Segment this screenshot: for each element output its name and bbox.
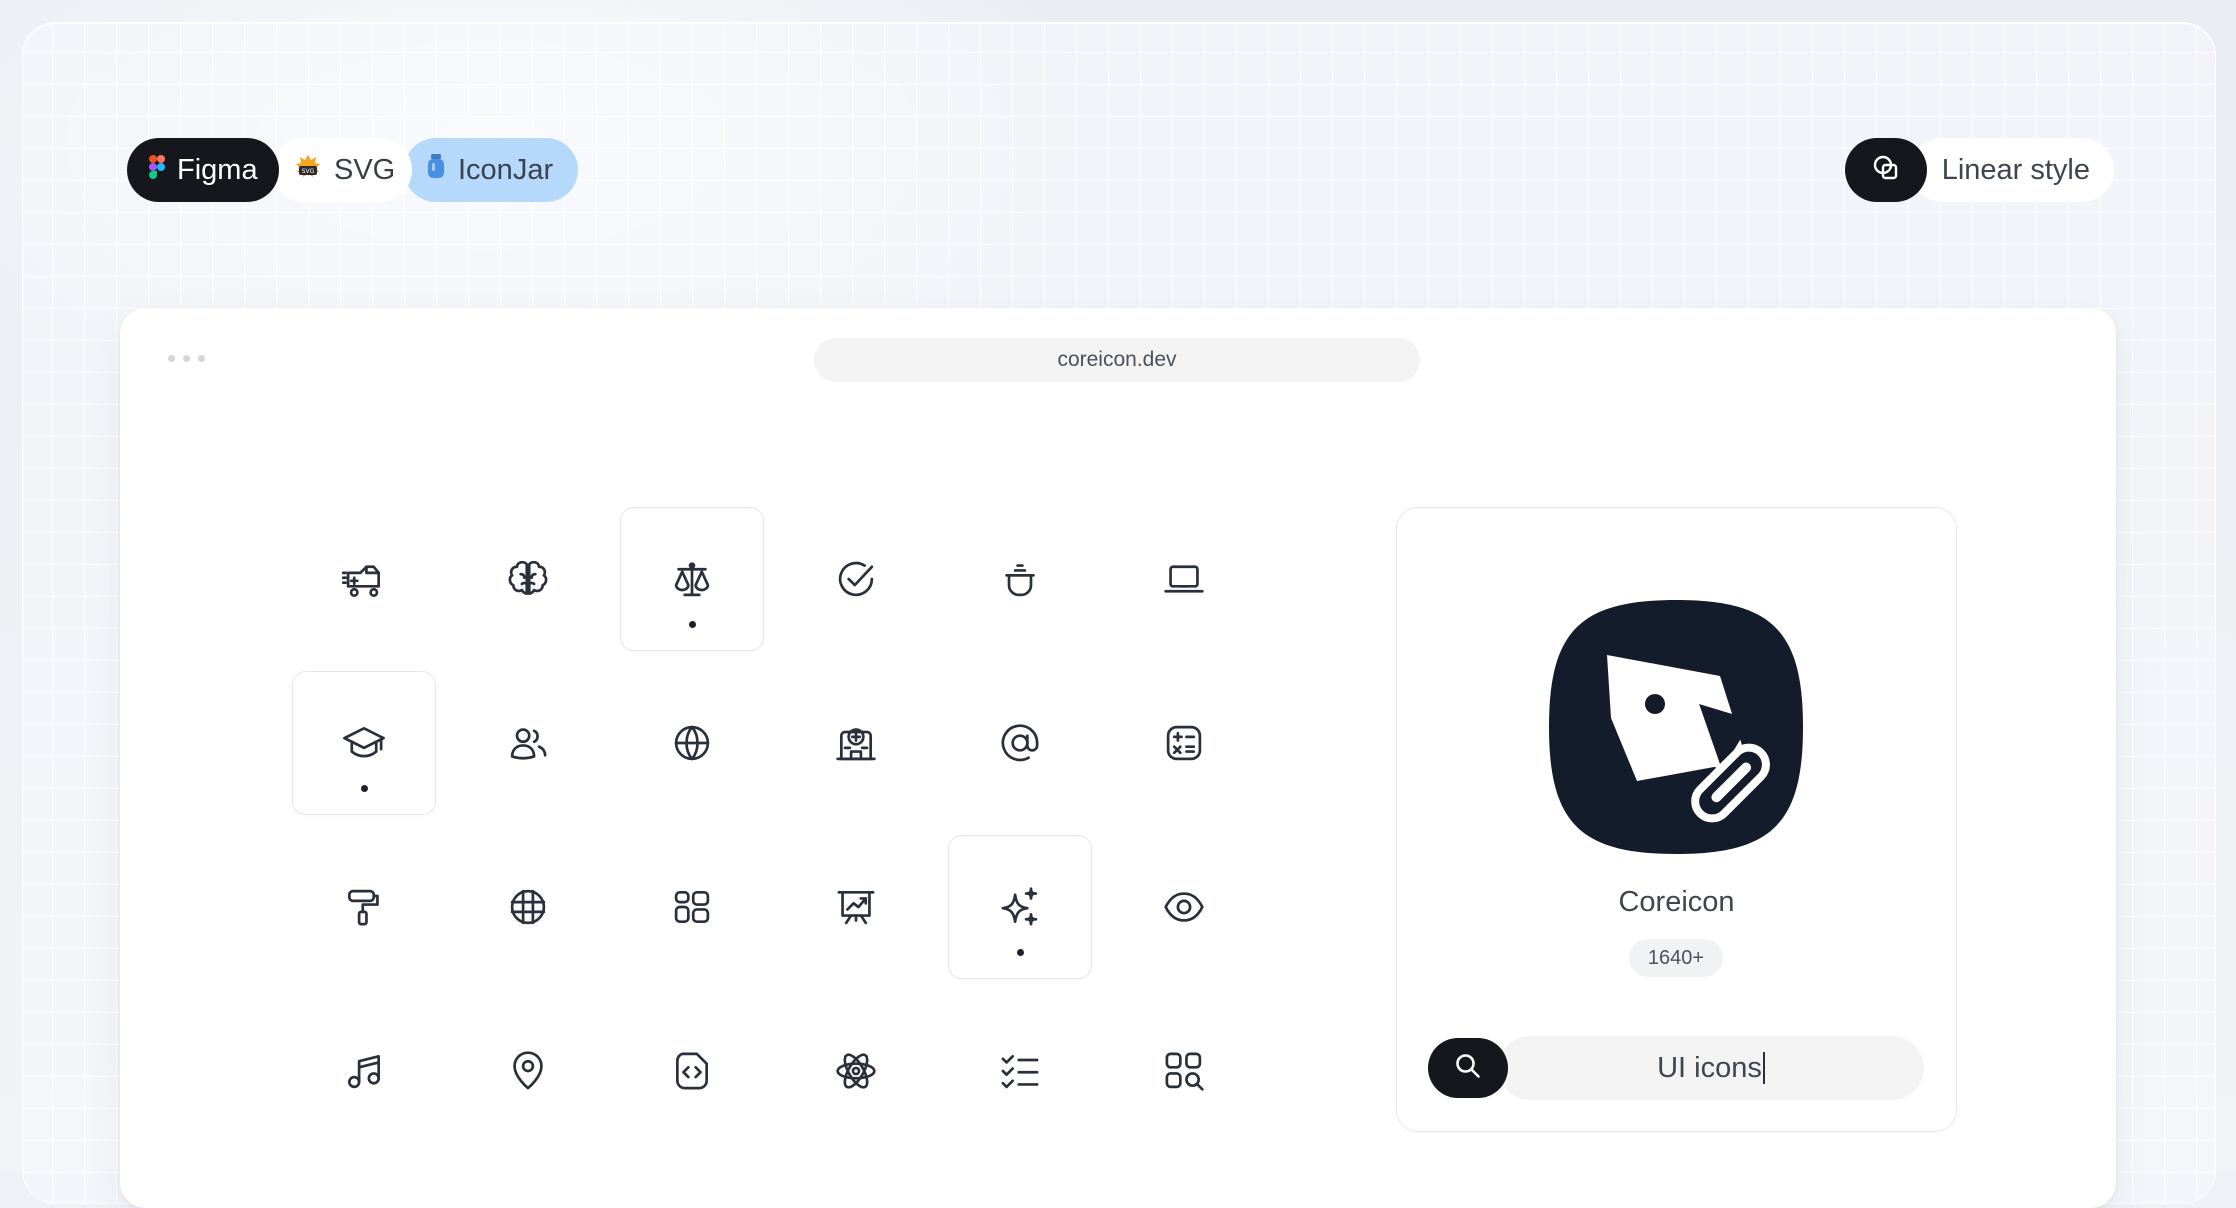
selected-indicator-dot bbox=[360, 785, 368, 792]
at-sign-icon bbox=[998, 721, 1042, 765]
icon-tile-presentation-chart[interactable] bbox=[784, 835, 928, 979]
linear-style-label-pill[interactable]: Linear style bbox=[1910, 138, 2114, 202]
text-caret bbox=[1762, 1052, 1765, 1084]
icon-tile-at-sign[interactable] bbox=[948, 671, 1092, 815]
icon-tile-cooking-pot[interactable] bbox=[948, 507, 1092, 651]
icon-tile-map-pin[interactable] bbox=[456, 999, 600, 1143]
figma-logo-icon bbox=[149, 154, 165, 187]
icon-tile-atom[interactable] bbox=[784, 999, 928, 1143]
shapes-overlap-icon bbox=[1871, 153, 1901, 188]
grid-sphere-icon bbox=[506, 885, 550, 929]
icon-count: 1640+ bbox=[1647, 946, 1705, 969]
map-pin-icon bbox=[506, 1049, 550, 1093]
sparkles-icon bbox=[998, 885, 1042, 929]
figma-label: Figma bbox=[177, 153, 258, 186]
graduation-cap-icon bbox=[342, 721, 386, 765]
iconjar-format-button[interactable]: IconJar bbox=[404, 138, 578, 202]
laptop-icon bbox=[1162, 557, 1206, 601]
atom-icon bbox=[834, 1049, 878, 1093]
svg-label: SVG bbox=[334, 153, 396, 186]
icon-tile-laptop[interactable] bbox=[1112, 507, 1256, 651]
cooking-pot-icon bbox=[998, 557, 1042, 601]
icon-tile-hospital[interactable] bbox=[784, 671, 928, 815]
product-name: Coreicon bbox=[1618, 886, 1735, 918]
icon-tile-scales[interactable] bbox=[620, 507, 764, 651]
svg-text:SVG: SVG bbox=[302, 168, 315, 175]
selected-indicator-dot bbox=[1016, 949, 1024, 956]
brain-icon bbox=[506, 557, 550, 601]
check-circle-icon bbox=[834, 557, 878, 601]
icon-tile-ambulance[interactable] bbox=[292, 507, 436, 651]
address-bar[interactable]: coreicon.dev bbox=[814, 338, 1420, 382]
address-bar-url: coreicon.dev bbox=[1057, 348, 1177, 371]
icon-tile-dashboard-layout[interactable] bbox=[620, 835, 764, 979]
paint-roller-icon bbox=[342, 885, 386, 929]
search-input[interactable]: UI icons bbox=[1498, 1036, 1924, 1100]
search-input-value: UI icons bbox=[1657, 1051, 1762, 1084]
icon-tile-grid-search[interactable] bbox=[1112, 999, 1256, 1143]
hospital-icon bbox=[834, 721, 878, 765]
scales-icon bbox=[670, 557, 714, 601]
linear-style-label: Linear style bbox=[1941, 153, 2090, 186]
window-controls bbox=[168, 355, 205, 362]
grid-search-icon bbox=[1162, 1049, 1206, 1093]
iconjar-jar-icon bbox=[426, 153, 446, 187]
icon-tile-checklist[interactable] bbox=[948, 999, 1092, 1143]
icon-tile-paint-roller[interactable] bbox=[292, 835, 436, 979]
icon-tile-graduation-cap[interactable] bbox=[292, 671, 436, 815]
calculator-icon bbox=[1162, 721, 1206, 765]
checklist-icon bbox=[998, 1049, 1042, 1093]
svg-badge-icon: SVG bbox=[294, 153, 322, 187]
ambulance-icon bbox=[342, 557, 386, 601]
eye-icon bbox=[1162, 885, 1206, 929]
icon-tile-brain[interactable] bbox=[456, 507, 600, 651]
globe-icon bbox=[670, 721, 714, 765]
icon-tile-users[interactable] bbox=[456, 671, 600, 815]
icon-count-badge: 1640+ bbox=[1629, 939, 1723, 977]
icon-tile-eye[interactable] bbox=[1112, 835, 1256, 979]
dashboard-layout-icon bbox=[670, 885, 714, 929]
coreicon-logo-icon bbox=[1547, 598, 1805, 856]
icon-tile-calculator[interactable] bbox=[1112, 671, 1256, 815]
users-icon bbox=[506, 721, 550, 765]
presentation-chart-icon bbox=[834, 885, 878, 929]
icon-tile-check-circle[interactable] bbox=[784, 507, 928, 651]
search-button[interactable] bbox=[1428, 1038, 1508, 1098]
selected-indicator-dot bbox=[688, 621, 696, 628]
svg-format-button[interactable]: SVG SVG bbox=[272, 138, 412, 202]
icon-tile-grid-sphere[interactable] bbox=[456, 835, 600, 979]
icon-tile-music-note[interactable] bbox=[292, 999, 436, 1143]
code-file-icon bbox=[670, 1049, 714, 1093]
icon-tile-code-file[interactable] bbox=[620, 999, 764, 1143]
music-note-icon bbox=[342, 1049, 386, 1093]
icon-tile-sparkles[interactable] bbox=[948, 835, 1092, 979]
iconjar-label: IconJar bbox=[458, 153, 554, 186]
figma-format-button[interactable]: Figma bbox=[127, 138, 279, 202]
style-toggle-button[interactable] bbox=[1845, 138, 1927, 202]
icon-tile-globe[interactable] bbox=[620, 671, 764, 815]
search-icon bbox=[1453, 1051, 1483, 1086]
